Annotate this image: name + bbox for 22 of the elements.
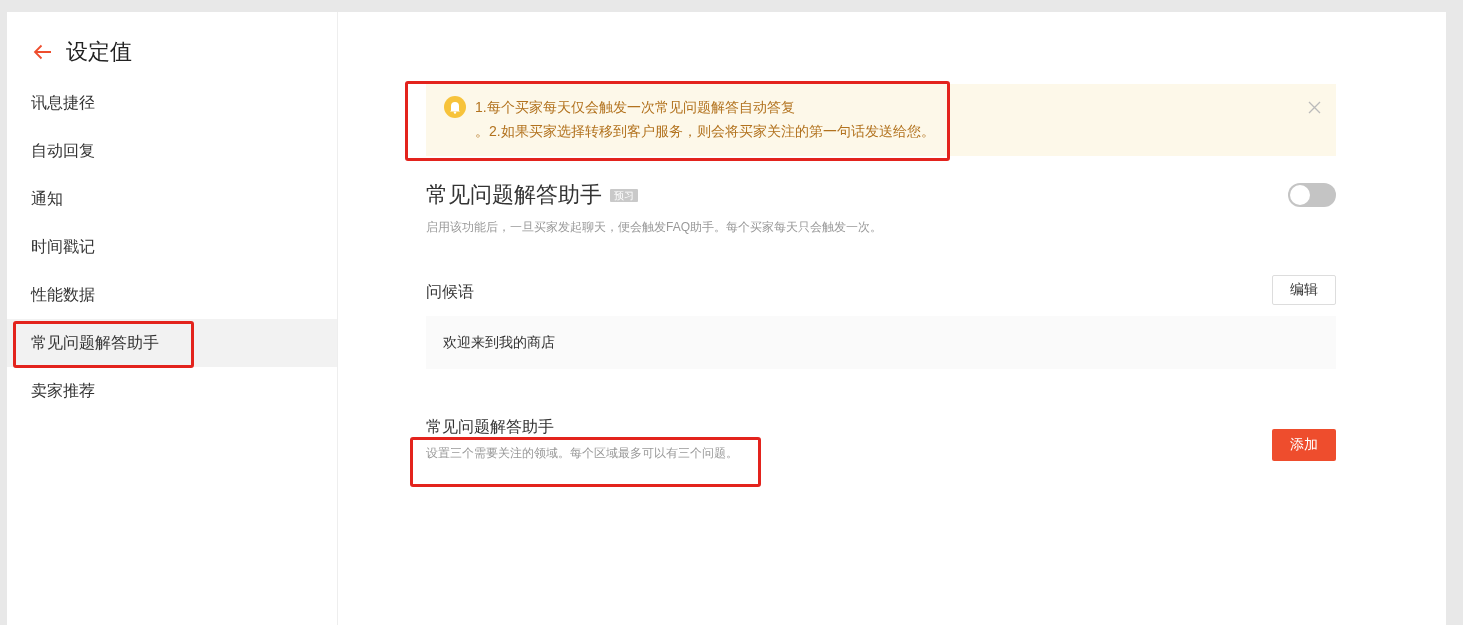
sidebar-item[interactable]: 常见问题解答助手 bbox=[7, 319, 337, 367]
greeting-message: 欢迎来到我的商店 bbox=[443, 333, 555, 352]
page-title: 设定值 bbox=[66, 38, 132, 66]
section-description: 设置三个需要关注的领域。每个区域最多可以有三个问题。 bbox=[426, 445, 738, 462]
field-label: 问候语 bbox=[426, 282, 474, 302]
bell-icon bbox=[444, 96, 466, 118]
sidebar-item[interactable]: 性能数据 bbox=[7, 271, 337, 319]
add-button[interactable]: 添加 bbox=[1272, 429, 1336, 461]
sidebar-item[interactable]: 卖家推荐 bbox=[7, 367, 337, 415]
edit-button[interactable]: 编辑 bbox=[1272, 275, 1336, 305]
back-arrow-icon[interactable] bbox=[33, 44, 52, 60]
sidebar-item[interactable]: 时间戳记 bbox=[7, 223, 337, 271]
toggle-switch[interactable] bbox=[1288, 183, 1336, 207]
section-description: 启用该功能后，一旦买家发起聊天，便会触发FAQ助手。每个买家每天只会触发一次。 bbox=[426, 219, 883, 236]
sidebar-item[interactable]: 自动回复 bbox=[7, 127, 337, 175]
notice-text: 。2.如果买家选择转移到客户服务，则会将买家关注的第一句话发送给您。 bbox=[475, 122, 935, 141]
section-title: 常见问题解答助手 bbox=[426, 181, 602, 209]
sidebar-item[interactable]: 讯息捷径 bbox=[7, 79, 337, 127]
sidebar-item[interactable]: 通知 bbox=[7, 175, 337, 223]
notice-text: 1.每个买家每天仅会触发一次常见问题解答自动答复 bbox=[475, 98, 795, 117]
section-title: 常见问题解答助手 bbox=[426, 417, 555, 437]
close-icon[interactable] bbox=[1308, 101, 1321, 114]
